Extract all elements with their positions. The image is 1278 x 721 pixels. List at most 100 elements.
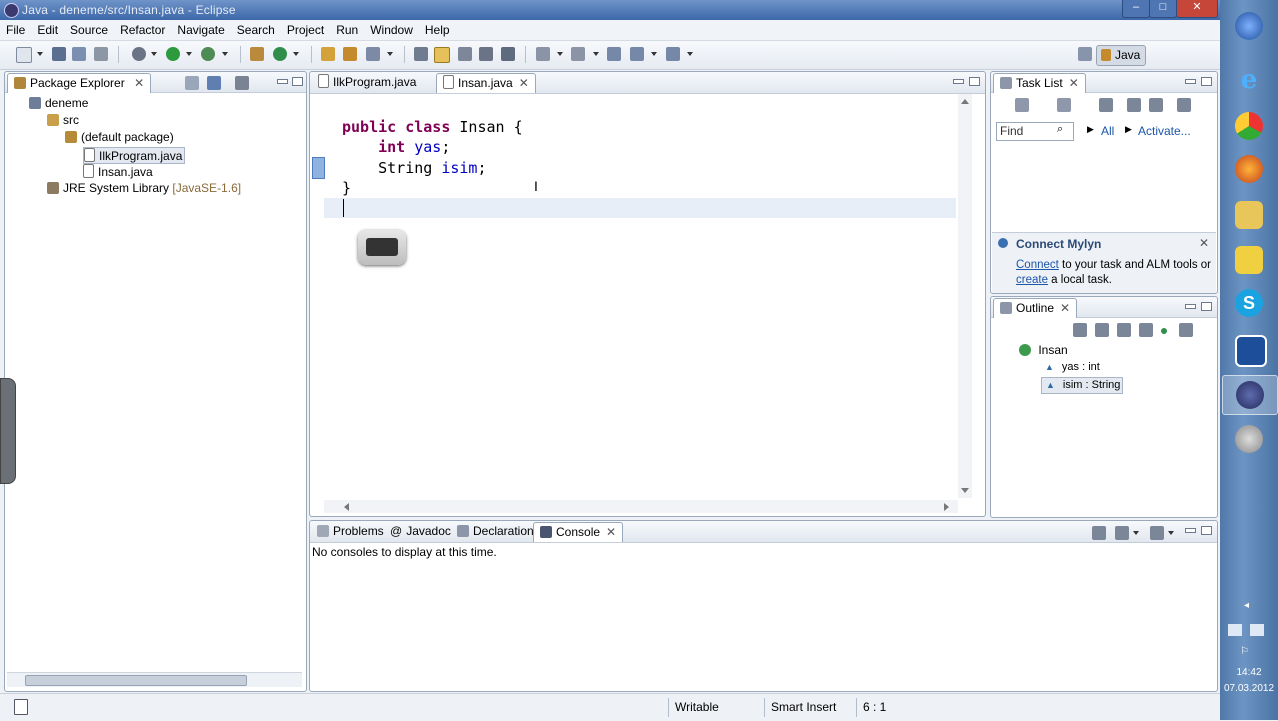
clock-date[interactable]: 07.03.2012 [1220,683,1278,694]
next-annotation-icon[interactable] [536,47,550,61]
external-tools-icon[interactable] [201,47,215,61]
tab-declaration[interactable]: Declaration [451,522,540,541]
remote-desktop-icon[interactable] [1235,335,1267,367]
maximize-view-button[interactable] [292,77,303,86]
start-button-icon[interactable] [1235,12,1263,40]
tree-file-insan[interactable]: Insan.java [83,164,153,179]
link-with-editor-icon[interactable] [207,76,221,90]
sort-icon[interactable] [1095,323,1109,337]
minimize-editor-button[interactable] [953,79,964,84]
tab-ilkprogram[interactable]: IlkProgram.java [312,73,422,92]
scroll-up-icon[interactable] [961,99,969,104]
previous-annotation-dropdown-icon[interactable] [593,52,599,56]
menu-file[interactable]: File [0,20,31,37]
focus-on-active-task-icon[interactable] [1073,323,1087,337]
tree-file-ilkprogram[interactable]: IlkProgram.java [83,147,186,164]
external-tools-dropdown-icon[interactable] [222,52,228,56]
menu-source[interactable]: Source [64,20,114,37]
tab-task-list[interactable]: Task List ✕ [993,73,1086,93]
settings-tool-icon[interactable] [1235,425,1263,453]
last-edit-location-icon[interactable] [607,47,621,61]
tab-console[interactable]: Console ✕ [533,522,624,542]
forward-dropdown-icon[interactable] [687,52,693,56]
menu-project[interactable]: Project [281,20,330,37]
flag-icon[interactable]: ⚐ [1240,646,1249,657]
categorize-icon[interactable] [1057,98,1071,112]
menu-navigate[interactable]: Navigate [171,20,230,37]
maximize-view-button[interactable] [1201,526,1212,535]
clock-time[interactable]: 14:42 [1220,667,1278,678]
scroll-left-icon[interactable] [344,503,349,511]
horizontal-scrollbar[interactable] [7,672,302,687]
next-annotation-dropdown-icon[interactable] [557,52,563,56]
tab-javadoc[interactable]: @ Javadoc [384,522,457,541]
menu-search[interactable]: Search [231,20,281,37]
minimize-view-button[interactable] [1185,528,1196,533]
close-tab-icon[interactable]: ✕ [1060,301,1070,315]
tab-insan[interactable]: Insan.java ✕ [436,73,536,93]
mark-occurrences-icon[interactable] [434,47,450,63]
show-hidden-icons[interactable]: ◂ [1244,600,1249,611]
new-java-project-icon[interactable] [250,47,264,61]
tab-outline[interactable]: Outline ✕ [993,298,1078,318]
editor-horizontal-scrollbar[interactable] [324,500,958,513]
debug-icon[interactable] [132,47,146,61]
open-task-icon[interactable] [343,47,357,61]
back-icon[interactable] [630,47,644,61]
tree-src-folder[interactable]: src [47,113,79,128]
new-icon[interactable] [16,47,32,63]
scroll-right-icon[interactable] [944,503,949,511]
show-whitespace-icon[interactable] [479,47,493,61]
outline-item-isim[interactable]: ▲ isim : String [1041,377,1124,394]
new-task-icon[interactable] [1015,98,1029,112]
pin-console-icon[interactable] [1092,526,1106,540]
save-icon[interactable] [52,47,66,61]
forward-icon[interactable] [666,47,680,61]
network-icon[interactable] [1228,624,1242,636]
menu-edit[interactable]: Edit [31,20,64,37]
menu-help[interactable]: Help [419,20,456,37]
hide-static-icon[interactable] [1139,323,1153,337]
minimize-view-button[interactable] [1185,79,1196,84]
create-link[interactable]: create [1016,274,1048,286]
menu-window[interactable]: Window [364,20,419,37]
fast-view-icon[interactable] [14,699,28,715]
eclipse-taskbar-button[interactable] [1222,375,1278,415]
close-tab-icon[interactable]: ✕ [606,525,616,539]
filter-all-link[interactable]: All [1101,124,1114,138]
back-dropdown-icon[interactable] [651,52,657,56]
run-icon[interactable] [166,47,180,61]
activate-link[interactable]: Activate... [1138,124,1191,138]
code-line-2[interactable]: int yas; [342,138,450,156]
collapse-all-icon[interactable] [185,76,199,90]
display-console-dropdown-icon[interactable] [1133,531,1139,535]
open-console-icon[interactable] [1150,526,1164,540]
toggle-annotation-icon[interactable] [414,47,428,61]
code-line-4[interactable]: } [342,179,351,197]
open-perspective-icon[interactable] [1078,47,1092,61]
synchronize-icon[interactable] [1177,98,1191,112]
code-line-1[interactable]: public class Insan { [342,118,523,136]
tree-project-deneme[interactable]: deneme [29,96,88,111]
internet-explorer-icon[interactable]: e [1235,66,1263,94]
chrome-icon[interactable] [1235,112,1263,140]
tab-package-explorer[interactable]: Package Explorer ✕ [7,73,152,93]
new-dropdown-icon[interactable] [37,52,43,56]
maximize-editor-button[interactable] [969,77,980,86]
debug-dropdown-icon[interactable] [151,52,157,56]
outline-item-yas[interactable]: ▲ yas : int [1045,360,1100,375]
explorer-folder-icon[interactable] [1235,201,1263,229]
code-line-3[interactable]: String isim; [342,159,486,177]
view-menu-icon[interactable] [235,76,249,90]
search-dropdown-icon[interactable] [387,52,393,56]
collapse-all-icon[interactable] [1149,98,1163,112]
sticky-notes-icon[interactable] [1235,246,1263,274]
tab-problems[interactable]: Problems [311,522,390,541]
skype-icon[interactable]: S [1235,289,1263,317]
open-console-dropdown-icon[interactable] [1168,531,1174,535]
display-console-icon[interactable] [1115,526,1129,540]
close-tab-icon[interactable]: ✕ [519,76,529,90]
open-type-icon[interactable] [321,47,335,61]
new-java-class-icon[interactable] [273,47,287,61]
new-class-dropdown-icon[interactable] [293,52,299,56]
